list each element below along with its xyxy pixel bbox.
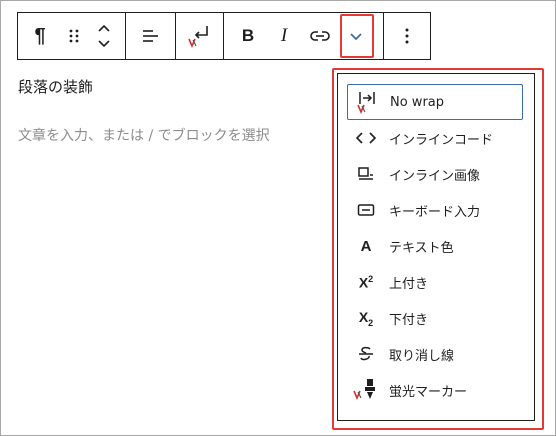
menu-item-subscript[interactable]: X2 下付き [347,300,523,336]
menu-item-label: テキスト色 [389,240,454,256]
subscript-glyph-base: X [358,308,369,325]
no-wrap-icon [354,90,380,114]
superscript-glyph-exponent: 2 [368,273,374,284]
strikethrough-icon [353,342,379,366]
more-formats-button[interactable] [338,13,374,59]
format-dropdown-menu: No wrap インラインコード インライン画像 キーボード入力 A テキスト色… [337,73,535,421]
toolbar-group-wrap [176,13,224,59]
highlighter-icon [353,378,379,402]
keyboard-icon [353,198,379,222]
chevron-up-down-icon [98,24,110,48]
toolbar-group-format: B I [224,13,384,59]
link-button[interactable] [302,13,338,59]
drag-handle-icon [69,29,79,43]
vertical-ellipsis-icon [405,28,409,44]
toolbar-group-options [384,13,430,59]
menu-item-text-color[interactable]: A テキスト色 [347,228,523,264]
align-button[interactable] [126,13,174,59]
menu-item-label: 蛍光マーカー [389,384,468,400]
code-icon [353,126,379,150]
menu-item-inline-image[interactable]: インライン画像 [347,156,523,192]
menu-item-label: インラインコード [389,132,494,148]
menu-item-highlighter[interactable]: 蛍光マーカー [347,372,523,408]
paragraph-icon: ¶ [34,24,46,47]
bold-icon: B [241,26,255,45]
bold-button[interactable]: B [230,13,266,59]
align-left-icon [143,30,158,42]
menu-item-keyboard-input[interactable]: キーボード入力 [347,192,523,228]
italic-button[interactable]: I [266,13,302,59]
line-break-button[interactable] [176,13,223,59]
menu-item-label: インライン画像 [389,168,481,184]
toolbar-group-block: ¶ [18,13,126,59]
subscript-icon: X2 [353,306,379,330]
block-placeholder[interactable]: 文章を入力、または / でブロックを選択 [18,125,270,145]
superscript-icon: X2 [353,270,379,294]
text-color-glyph: A [360,237,372,255]
move-up-down-button[interactable] [86,13,122,59]
inline-image-icon [353,162,379,186]
block-options-button[interactable] [384,13,430,59]
block-toolbar: ¶ B I [17,12,431,60]
link-icon [310,31,330,41]
menu-item-strikethrough[interactable]: 取り消し線 [347,336,523,372]
drag-handle[interactable] [62,13,86,59]
paragraph-block-button[interactable]: ¶ [18,13,62,59]
menu-item-label: キーボード入力 [389,204,481,220]
menu-item-superscript[interactable]: X2 上付き [347,264,523,300]
menu-item-label: 取り消し線 [389,348,455,364]
menu-item-inline-code[interactable]: インラインコード [347,120,523,156]
more-formats-highlight [340,14,374,58]
menu-item-label: 下付き [389,312,429,328]
menu-item-no-wrap[interactable]: No wrap [347,84,523,120]
subscript-glyph-index: 2 [368,317,374,328]
paragraph-text[interactable]: 段落の装飾 [18,76,93,97]
return-arrow-icon [187,26,208,49]
text-color-icon: A [353,234,379,258]
italic-icon: I [280,25,288,46]
toolbar-group-align [126,13,176,59]
superscript-glyph-base: X [358,274,369,291]
menu-item-label: 上付き [389,276,429,292]
menu-item-label: No wrap [390,94,445,110]
